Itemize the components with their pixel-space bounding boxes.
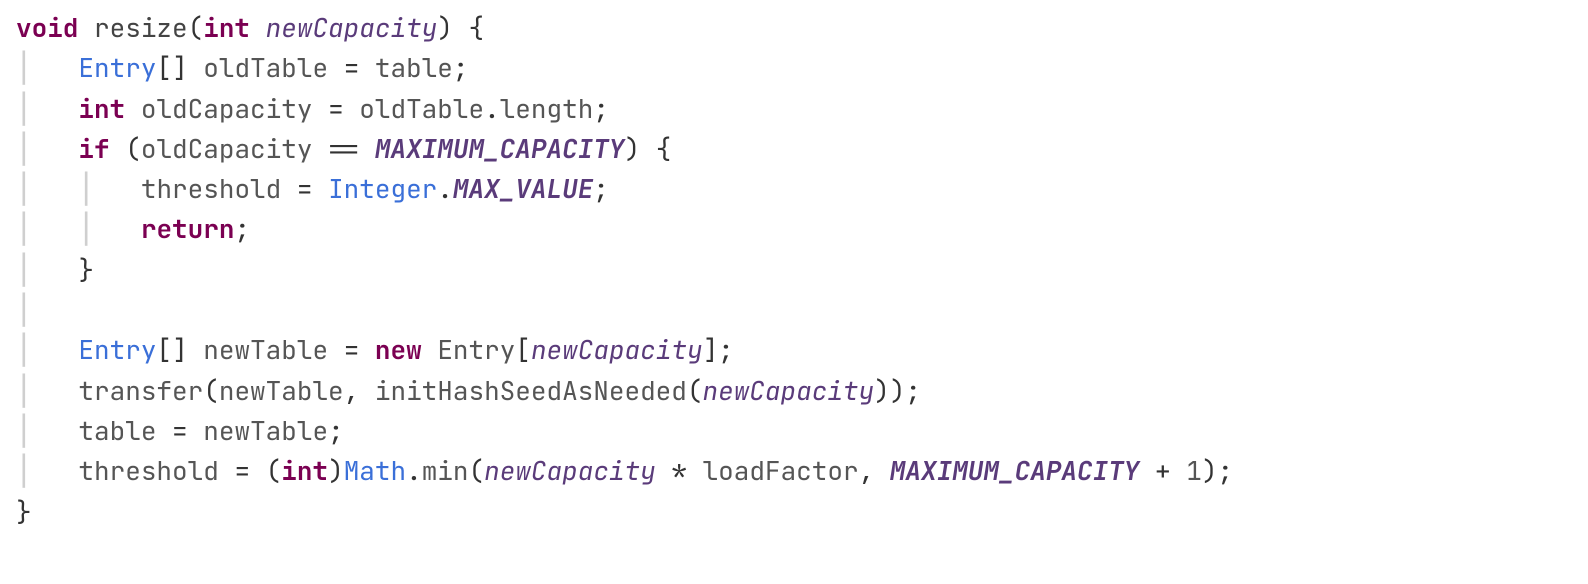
keyword-new: new	[375, 332, 422, 367]
code-line: │ int oldCapacity = oldTable.length;	[16, 91, 609, 126]
identifier-oldTable: oldTable	[203, 50, 328, 85]
type-Entry: Entry	[78, 332, 156, 367]
keyword-int: int	[78, 91, 125, 126]
code-line: │ table = newTable;	[16, 413, 344, 448]
param-newCapacity: newCapacity	[266, 10, 438, 45]
method-name-resize: resize	[94, 10, 188, 45]
paren-close: )	[437, 10, 453, 45]
brace-close: }	[16, 494, 32, 529]
indent-guide: │	[16, 131, 32, 166]
code-line: │ Entry[] oldTable = table;	[16, 50, 469, 85]
operator-plus: +	[1155, 453, 1171, 488]
indent-guide: │	[16, 171, 32, 206]
code-line: │ │ return;	[16, 211, 250, 246]
literal-one: 1	[1186, 453, 1202, 488]
keyword-if: if	[78, 131, 109, 166]
indent-guide: │	[16, 453, 32, 488]
code-line: void resize(int newCapacity) {	[16, 10, 484, 45]
indent-guide: │	[16, 91, 32, 126]
identifier-table: table	[375, 50, 453, 85]
code-block: void resize(int newCapacity) { │ Entry[]…	[16, 8, 1572, 532]
code-line: │ threshold = (int)Math.min(newCapacity …	[16, 453, 1233, 488]
identifier-length: length	[500, 91, 594, 126]
code-line: │ }	[16, 252, 94, 287]
constant-MAX_VALUE: MAX_VALUE	[453, 171, 593, 206]
type-Integer: Integer	[328, 171, 437, 206]
constant-MAXIMUM_CAPACITY: MAXIMUM_CAPACITY	[375, 131, 625, 166]
indent-guide: │	[16, 252, 32, 287]
operator-eqeq: ==	[328, 131, 359, 166]
method-min: min	[422, 453, 469, 488]
code-line: │ Entry[] newTable = new Entry[newCapaci…	[16, 332, 734, 367]
type-Entry: Entry	[78, 50, 156, 85]
method-transfer: transfer	[78, 373, 203, 408]
keyword-void: void	[16, 10, 78, 45]
keyword-int: int	[203, 10, 250, 45]
indent-guide: │	[16, 332, 32, 367]
code-line: │ if (oldCapacity == MAXIMUM_CAPACITY) {	[16, 131, 671, 166]
code-line: │ │ threshold = Integer.MAX_VALUE;	[16, 171, 609, 206]
identifier-oldCapacity: oldCapacity	[141, 91, 313, 126]
keyword-return: return	[141, 211, 235, 246]
indent-guide: │	[78, 171, 94, 206]
indent-guide: │	[16, 373, 32, 408]
code-line: }	[16, 494, 32, 529]
indent-guide: │	[16, 50, 32, 85]
operator-star: *	[671, 453, 687, 488]
identifier-newTable: newTable	[203, 332, 328, 367]
identifier-threshold: threshold	[141, 171, 281, 206]
indent-guide: │	[16, 292, 32, 327]
identifier-loadFactor: loadFactor	[703, 453, 859, 488]
code-line: │ transfer(newTable, initHashSeedAsNeede…	[16, 373, 921, 408]
paren-open: (	[188, 10, 204, 45]
indent-guide: │	[16, 211, 32, 246]
brace-open: {	[468, 10, 484, 45]
code-line: │	[16, 292, 32, 327]
brace-close: }	[78, 252, 94, 287]
indent-guide: │	[16, 413, 32, 448]
type-Math: Math	[344, 453, 406, 488]
method-initHashSeedAsNeeded: initHashSeedAsNeeded	[375, 373, 687, 408]
indent-guide: │	[78, 211, 94, 246]
